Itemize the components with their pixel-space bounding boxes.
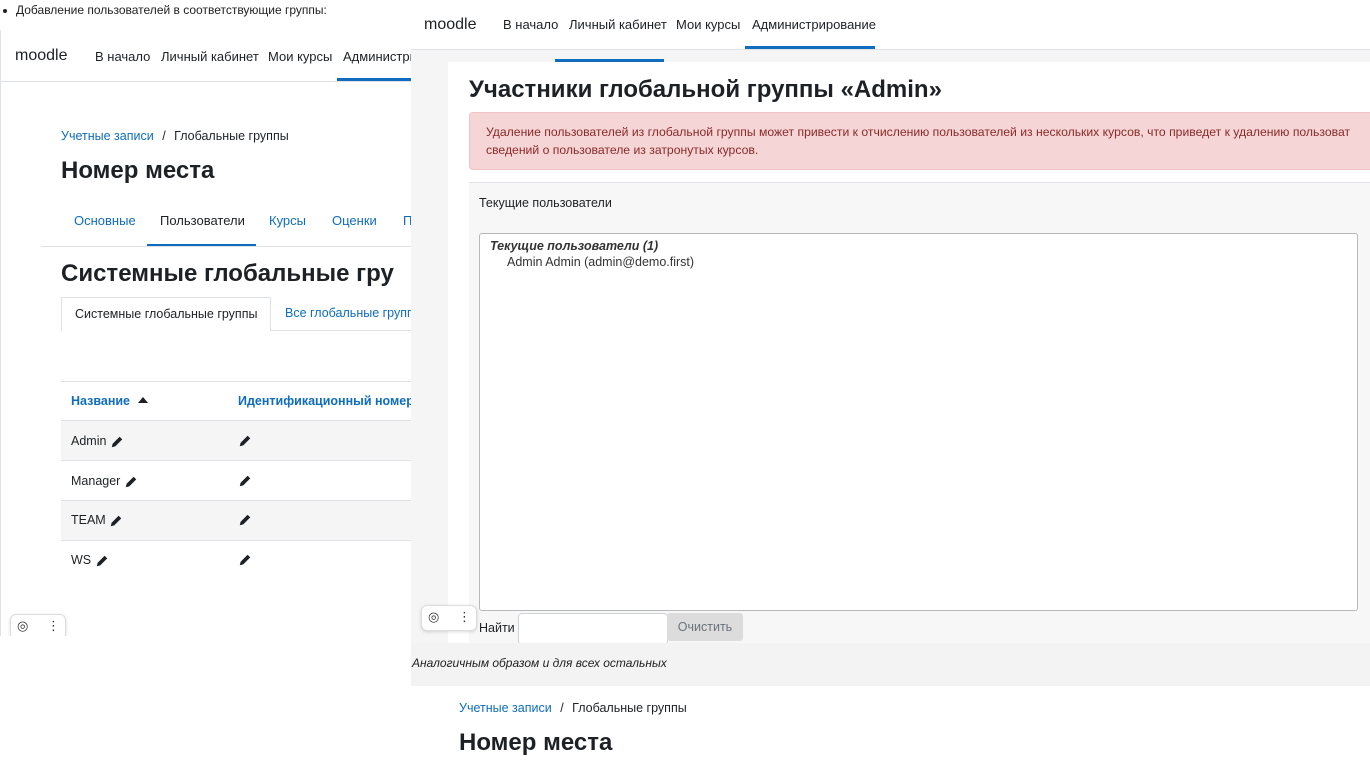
current-users-listbox[interactable]: Текущие пользователи (1) Admin Admin (ad… <box>479 233 1358 611</box>
camera-icon[interactable]: ◎ <box>428 609 439 625</box>
edit-pencil-icon[interactable] <box>238 474 252 488</box>
doc-caption: Аналогичным образом и для всех остальных <box>412 656 667 670</box>
current-users-label: Текущие пользователи <box>479 196 612 210</box>
alert-text-line-1: Удаление пользователей из глобальной гру… <box>486 125 1351 139</box>
sort-ascending-icon <box>137 397 148 403</box>
idnumber-cell <box>238 473 252 488</box>
breadcrumb-current: Глобальные группы <box>572 701 687 715</box>
breadcrumb-separator: / <box>560 701 564 715</box>
tab-users[interactable]: Пользователи <box>160 213 245 228</box>
search-input[interactable] <box>518 613 668 643</box>
idnumber-cell <box>238 512 252 527</box>
tab-more[interactable]: П <box>403 213 411 228</box>
tabs-divider <box>41 246 411 247</box>
screenshot-toolbar: ◎ ⋮ <box>10 614 66 636</box>
group-name: Manager <box>71 474 121 488</box>
more-menu-icon[interactable]: ⋮ <box>458 609 471 625</box>
edit-pencil-icon[interactable] <box>238 434 252 448</box>
listbox-option-user[interactable]: Admin Admin (admin@demo.first) <box>507 255 694 269</box>
page-gray-margin <box>411 50 448 643</box>
table-top-border <box>61 381 411 382</box>
group-name: Admin <box>71 434 107 448</box>
group-name-cell: Admin <box>71 434 124 449</box>
right-navbar: moodle В начало Личный кабинет Мои курсы… <box>411 0 1370 50</box>
breadcrumb: Учетные записи / Глобальные группы <box>61 129 289 143</box>
subtab-all-groups[interactable]: Все глобальные групп <box>285 306 411 320</box>
edit-pencil-icon[interactable] <box>238 553 252 567</box>
doc-caption-strip: Аналогичным образом и для всех остальных <box>411 643 1370 686</box>
tab-courses[interactable]: Курсы <box>269 213 306 228</box>
nav-home[interactable]: В начало <box>503 17 558 32</box>
table-row: WS <box>61 540 411 580</box>
left-navbar: moodle В начало Личный кабинет Мои курсы… <box>1 30 411 82</box>
nav-my-courses[interactable]: Мои курсы <box>268 49 332 64</box>
table-row: Admin <box>61 420 411 460</box>
listbox-group-label: Текущие пользователи (1) <box>490 239 659 253</box>
idnumber-cell <box>238 552 252 567</box>
nav-dashboard[interactable]: Личный кабинет <box>569 17 667 32</box>
nav-home[interactable]: В начало <box>95 49 150 64</box>
brand-logo[interactable]: moodle <box>424 16 476 34</box>
doc-bullet-text: Добавление пользователей в соответствующ… <box>16 3 327 17</box>
members-panel: Текущие пользователи Текущие пользовател… <box>469 182 1370 643</box>
group-name-cell: Manager <box>71 474 138 489</box>
group-name-cell: TEAM <box>71 513 123 528</box>
group-name: WS <box>71 553 92 567</box>
screenshot-toolbar: ◎ ⋮ <box>421 605 477 631</box>
subtabs-divider <box>270 330 411 331</box>
bullet-dot <box>3 9 7 13</box>
edit-pencil-icon[interactable] <box>109 514 123 528</box>
warning-alert: Удаление пользователей из глобальной гру… <box>469 112 1370 170</box>
alert-text-line-2: сведений о пользователе из затронутых ку… <box>486 143 759 157</box>
breadcrumb: Учетные записи / Глобальные группы <box>459 701 687 715</box>
tab-grades[interactable]: Оценки <box>332 213 377 228</box>
group-name-cell: WS <box>71 553 109 568</box>
nav-active-indicator <box>337 78 411 81</box>
tab-active-indicator <box>555 59 664 62</box>
page-title: Номер места <box>61 157 215 184</box>
page-title: Номер места <box>459 729 613 756</box>
idnumber-cell <box>238 433 252 448</box>
table-row: Manager <box>61 460 411 500</box>
clear-button[interactable]: Очистить <box>667 613 743 641</box>
right-screenshot: moodle В начало Личный кабинет Мои курсы… <box>411 0 1370 643</box>
left-screenshot: moodle В начало Личный кабинет Мои курсы… <box>0 30 411 636</box>
nav-admin[interactable]: Администрирование <box>752 17 876 32</box>
edit-pencil-icon[interactable] <box>95 554 109 568</box>
more-menu-icon[interactable]: ⋮ <box>47 618 60 634</box>
nav-my-courses[interactable]: Мои курсы <box>676 17 740 32</box>
nav-active-indicator <box>745 46 875 49</box>
camera-icon[interactable]: ◎ <box>17 618 28 634</box>
brand-logo[interactable]: moodle <box>15 47 67 65</box>
subtab-system-groups[interactable]: Системные глобальные группы <box>61 297 272 331</box>
section-title: Системные глобальные гру <box>61 260 394 287</box>
breadcrumb-separator: / <box>162 129 166 143</box>
table-row: TEAM <box>61 500 411 540</box>
group-name: TEAM <box>71 513 106 527</box>
bottom-section: Аналогичным образом и для всех остальных… <box>411 643 1370 762</box>
breadcrumb-current: Глобальные группы <box>174 129 289 143</box>
nav-dashboard[interactable]: Личный кабинет <box>161 49 259 64</box>
search-label: Найти <box>479 621 515 635</box>
edit-pencil-icon[interactable] <box>110 435 124 449</box>
column-header-name-label: Название <box>71 394 131 408</box>
tab-general[interactable]: Основные <box>74 213 136 228</box>
edit-pencil-icon[interactable] <box>238 513 252 527</box>
doc-bullet-line: Добавление пользователей в соответствующ… <box>0 0 410 28</box>
nav-admin[interactable]: Администри <box>343 49 411 64</box>
page-title: Участники глобальной группы «Admin» <box>469 76 942 103</box>
breadcrumb-link-accounts[interactable]: Учетные записи <box>459 701 552 715</box>
edit-pencil-icon[interactable] <box>124 475 138 489</box>
column-header-idnumber[interactable]: Идентификационный номер <box>238 394 411 408</box>
column-header-name[interactable]: Название <box>71 394 148 408</box>
breadcrumb-link-accounts[interactable]: Учетные записи <box>61 129 154 143</box>
